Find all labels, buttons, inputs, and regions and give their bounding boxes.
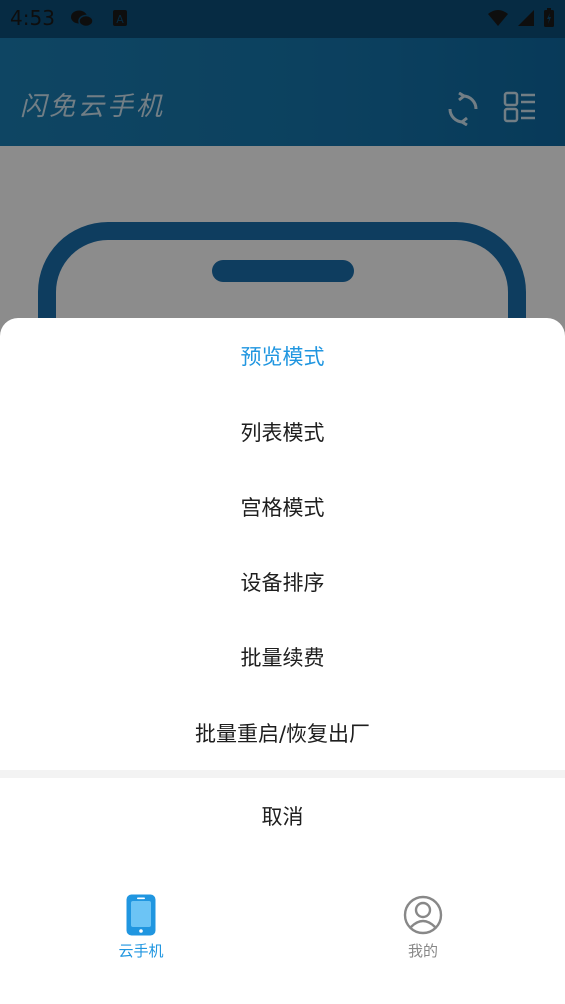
sheet-item-preview-mode[interactable]: 预览模式 [0, 319, 565, 393]
sheet-item-label: 设备排序 [240, 571, 325, 595]
sheet-item-label: 列表模式 [240, 421, 325, 445]
sheet-item-label: 预览模式 [240, 345, 325, 369]
sheet-item-label: 宫格模式 [240, 496, 325, 520]
sheet-item-list-mode[interactable]: 列表模式 [0, 395, 565, 469]
tab-profile[interactable]: 我的 [363, 894, 483, 984]
profile-icon [403, 895, 443, 935]
bottom-nav: 云手机 我的 [0, 880, 565, 1004]
cancel-label: 取消 [261, 805, 304, 829]
tab-label: 我的 [407, 942, 438, 960]
sheet-item-label: 批量重启/恢复出厂 [194, 722, 371, 746]
sheet-item-label: 批量续费 [240, 646, 325, 670]
sheet-item-grid-mode[interactable]: 宫格模式 [0, 470, 565, 544]
cancel-button[interactable]: 取消 [0, 779, 565, 853]
tab-label: 云手机 [118, 942, 164, 960]
sheet-item-batch-restart-reset[interactable]: 批量重启/恢复出厂 [0, 696, 565, 770]
phone-icon [126, 894, 156, 936]
sheet-divider [0, 770, 565, 778]
sheet-item-batch-renew[interactable]: 批量续费 [0, 620, 565, 694]
tab-cloud-phone[interactable]: 云手机 [81, 894, 201, 984]
sheet-item-device-sort[interactable]: 设备排序 [0, 545, 565, 619]
